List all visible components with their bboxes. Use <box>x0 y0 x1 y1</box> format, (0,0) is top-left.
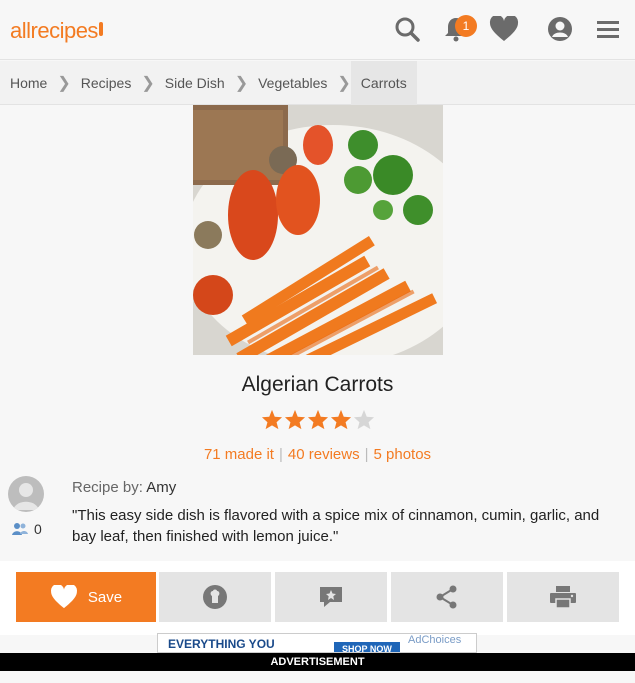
heart-icon <box>50 585 77 609</box>
search-icon[interactable] <box>392 14 422 44</box>
notification-badge: 1 <box>455 15 477 37</box>
made-it-button[interactable] <box>159 572 271 622</box>
advertisement-banner[interactable]: EVERYTHING YOU SHOP NOW AdChoices <box>157 633 477 653</box>
breadcrumb: Home ❯ Recipes ❯ Side Dish ❯ Vegetables … <box>0 60 635 105</box>
print-button[interactable] <box>507 572 619 622</box>
action-bar: Save <box>0 561 635 635</box>
chevron-right-icon: ❯ <box>141 74 155 92</box>
breadcrumb-home[interactable]: Home <box>0 61 57 105</box>
made-it-link[interactable]: 71 made it <box>204 446 274 463</box>
breadcrumb-carrots[interactable]: Carrots <box>350 60 417 105</box>
review-star-icon <box>320 587 342 607</box>
chef-hat-icon <box>203 585 227 609</box>
chevron-right-icon: ❯ <box>57 74 71 92</box>
printer-icon <box>550 586 576 609</box>
reviews-link[interactable]: 40 reviews <box>288 446 360 463</box>
save-label: Save <box>87 588 123 606</box>
photos-link[interactable]: 5 photos <box>374 446 432 463</box>
chevron-right-icon: ❯ <box>234 74 249 92</box>
ad-choices-link[interactable]: AdChoices <box>408 634 461 646</box>
top-bar: allrecipes 1 <box>0 0 635 60</box>
ad-shop-now-button[interactable]: SHOP NOW <box>334 642 400 652</box>
profile-avatar-icon[interactable] <box>545 14 575 44</box>
review-button[interactable] <box>275 572 387 622</box>
star-filled-icon <box>284 409 305 430</box>
recipe-description: "This easy side dish is flavored with a … <box>72 507 600 545</box>
breadcrumb-side-dish[interactable]: Side Dish <box>155 61 235 105</box>
menu-hamburger-icon[interactable] <box>593 14 623 44</box>
save-button[interactable]: Save <box>16 572 156 622</box>
share-button[interactable] <box>391 572 503 622</box>
star-empty-icon <box>353 409 374 430</box>
follower-count: 0 <box>34 521 42 537</box>
recipe-by: Recipe by: Amy <box>72 479 176 496</box>
recipe-title: Algerian Carrots <box>241 373 394 396</box>
logo-text: allrecipes <box>10 18 98 43</box>
rating-stars[interactable] <box>0 409 635 430</box>
star-filled-icon <box>307 409 328 430</box>
favorites-heart-icon[interactable] <box>489 14 519 44</box>
breadcrumb-vegetables[interactable]: Vegetables <box>248 61 337 105</box>
author-avatar[interactable] <box>8 476 44 512</box>
recipe-photo[interactable] <box>193 105 443 355</box>
author-name[interactable]: Amy <box>146 479 176 496</box>
recipe-stats: 71 made it | 40 reviews | 5 photos <box>203 446 432 463</box>
share-icon <box>436 585 457 609</box>
breadcrumb-recipes[interactable]: Recipes <box>71 61 142 105</box>
followers[interactable]: 0 <box>12 521 42 537</box>
allrecipes-logo[interactable]: allrecipes <box>10 18 103 44</box>
chevron-right-icon: ❯ <box>337 74 351 92</box>
recipe-by-label: Recipe by: <box>72 479 143 496</box>
star-filled-icon <box>330 409 351 430</box>
ad-headline: EVERYTHING YOU <box>168 637 275 651</box>
advertisement-label: ADVERTISEMENT <box>0 653 635 671</box>
star-filled-icon <box>261 409 282 430</box>
followers-icon <box>12 523 28 535</box>
